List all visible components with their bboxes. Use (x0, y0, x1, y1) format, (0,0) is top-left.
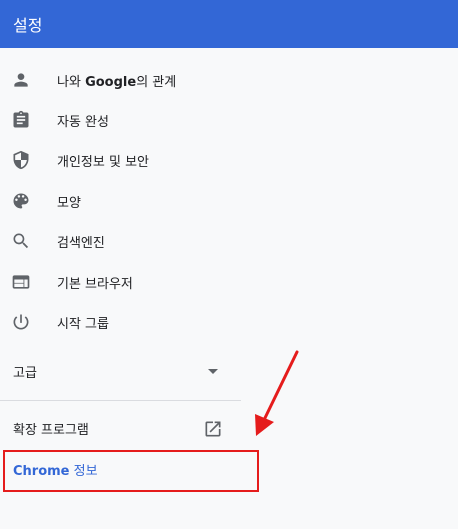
menu-item-label: 자동 완성 (57, 114, 109, 130)
clipboard-icon (11, 110, 31, 130)
menu-item-label: 모양 (57, 195, 81, 211)
extensions-label: 확장 프로그램 (13, 422, 89, 438)
power-icon (11, 312, 31, 332)
settings-header: 설정 (0, 0, 458, 48)
open-in-new-icon (203, 419, 223, 439)
annotation-highlight-box (3, 450, 259, 492)
menu-item-label: 개인정보 및 보안 (57, 154, 149, 170)
menu-item-on-startup[interactable]: 시작 그룹 (0, 302, 270, 342)
caret-down-icon (208, 369, 218, 374)
menu-item-autofill[interactable]: 자동 완성 (0, 100, 270, 140)
menu-item-appearance[interactable]: 모양 (0, 181, 270, 221)
menu-item-you-and-google[interactable]: 나와 Google의 관계 (0, 60, 270, 100)
palette-icon (11, 191, 31, 211)
menu-item-label: 나와 Google의 관계 (57, 74, 177, 90)
shield-icon (11, 150, 31, 170)
page-title: 설정 (13, 16, 43, 35)
browser-icon (11, 272, 31, 292)
menu-item-label: 기본 브라우저 (57, 276, 133, 292)
menu-item-search-engine[interactable]: 검색엔진 (0, 221, 270, 261)
person-icon (11, 70, 31, 90)
extensions-link[interactable]: 확장 프로그램 (0, 408, 241, 448)
menu-item-default-browser[interactable]: 기본 브라우저 (0, 262, 270, 302)
menu-item-label: 시작 그룹 (57, 316, 109, 332)
advanced-label: 고급 (13, 365, 37, 381)
advanced-toggle[interactable]: 고급 (0, 351, 230, 391)
annotation-arrow (255, 350, 299, 436)
divider (0, 400, 241, 401)
menu-item-label: 검색엔진 (57, 235, 105, 251)
search-icon (11, 231, 31, 251)
menu-item-privacy-security[interactable]: 개인정보 및 보안 (0, 140, 270, 180)
